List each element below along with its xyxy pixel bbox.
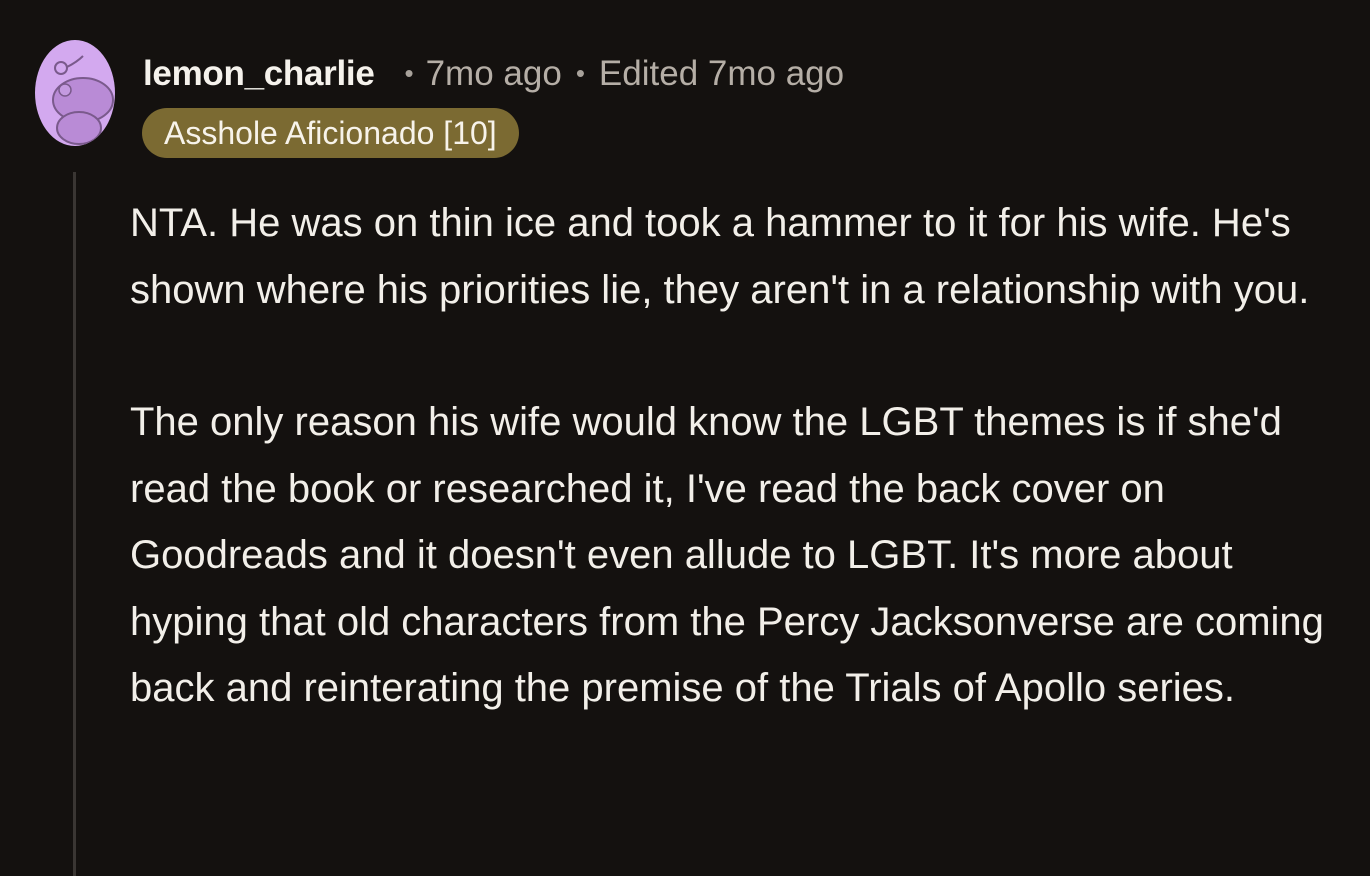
comment-paragraph: The only reason his wife would know the … [130,400,1324,710]
snoo-avatar-icon [52,55,114,145]
username-link[interactable]: lemon_charlie [143,54,375,94]
comment-header: lemon_charlie • 7mo ago • Edited 7mo ago [143,50,844,98]
timestamp[interactable]: 7mo ago [426,54,562,94]
separator-dot: • [575,57,585,88]
edited-label: Edited 7mo ago [598,54,845,93]
comment: lemon_charlie • 7mo ago • Edited 7mo ago… [0,0,1370,876]
avatar[interactable] [35,40,115,146]
thread-line[interactable] [73,172,76,876]
comment-body: NTA. He was on thin ice and took a hamme… [130,190,1350,722]
separator-dot: • [404,57,414,88]
comment-paragraph: NTA. He was on thin ice and took a hamme… [130,201,1310,312]
user-flair: Asshole Aficionado [10] [142,108,519,158]
